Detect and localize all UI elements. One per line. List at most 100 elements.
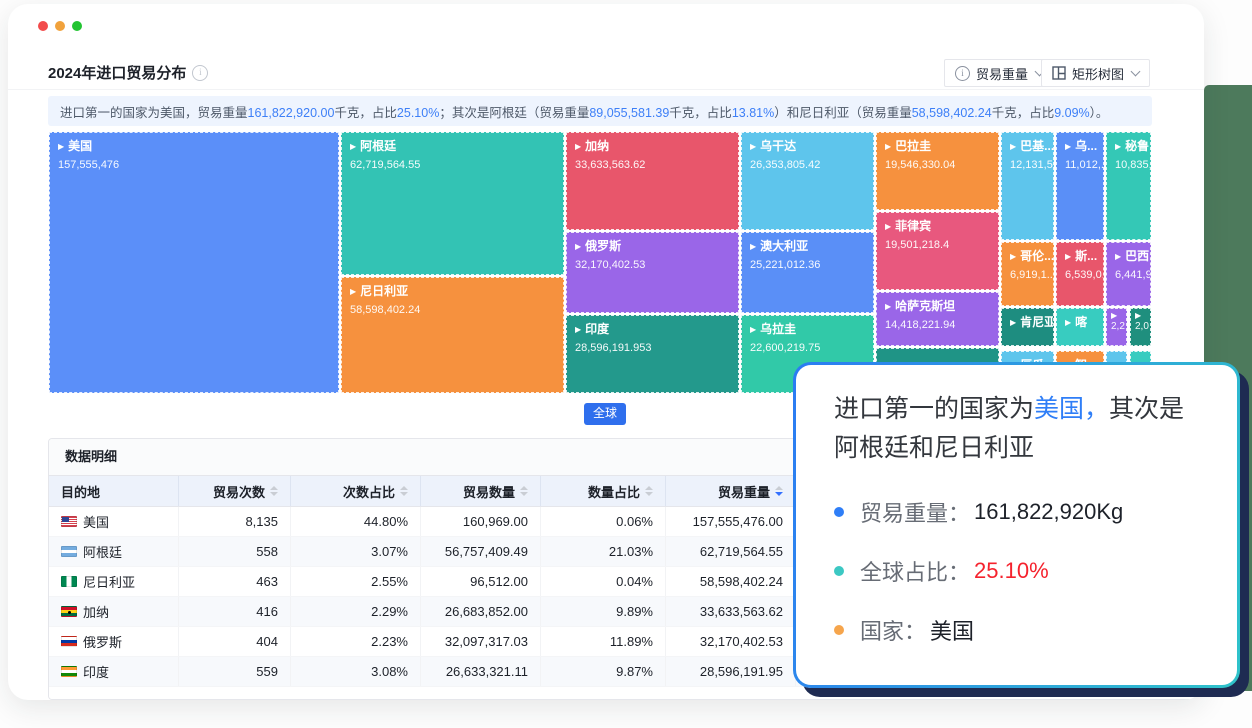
sort-carets-icon xyxy=(520,486,528,496)
sort-carets-icon xyxy=(645,486,653,496)
info-circle-icon[interactable] xyxy=(192,65,208,81)
info-circle-icon xyxy=(955,66,970,81)
treemap-tile-巴西[interactable]: 巴西6,441,9... xyxy=(1106,242,1151,306)
summary-highlight-value: 25.10% xyxy=(397,106,439,120)
treemap-tile-阿根廷[interactable]: 阿根廷62,719,564.55 xyxy=(341,132,564,275)
page-title: 2024年进口贸易分布 xyxy=(48,62,186,83)
tile-label: 俄罗斯 xyxy=(575,239,730,255)
sort-desc-icon xyxy=(400,492,408,496)
summary-highlight-value: 161,822,920.00 xyxy=(248,106,335,120)
summary-text-segment: 进口第一的国家为美国，贸易重量 xyxy=(60,106,248,120)
column-header-4[interactable]: 数量占比 xyxy=(541,476,666,506)
treemap-tile-partial[interactable]: 2,2 xyxy=(1106,308,1127,346)
destination-name: 美国 xyxy=(83,512,109,531)
cell-数量占比: 21.03% xyxy=(541,537,666,566)
tile-label: 尼日利亚 xyxy=(350,284,555,300)
treemap-tile-巴拉圭[interactable]: 巴拉圭19,546,330.04 xyxy=(876,132,999,210)
zoom-icon[interactable] xyxy=(72,21,82,31)
destination-cell: 美国 xyxy=(49,507,179,536)
tile-value: 14,418,221.94 xyxy=(885,319,990,331)
play-arrow-icon xyxy=(1135,312,1141,320)
tooltip-item-0: 贸易重量：161,822,920Kg xyxy=(834,496,1199,528)
treemap-icon xyxy=(1052,66,1066,80)
treemap-tile-澳大利亚[interactable]: 澳大利亚 25,221,012.36 xyxy=(741,232,874,313)
window-controls xyxy=(38,21,82,31)
tile-country-name: 美国 xyxy=(68,139,92,155)
treemap-tile-斯...[interactable]: 斯...6,539,0... xyxy=(1056,242,1104,306)
treemap-tile-哥伦...[interactable]: 哥伦...6,919,1... xyxy=(1001,242,1054,306)
flag-icon-us xyxy=(61,516,77,527)
summary-highlight-value: 89,055,581.39 xyxy=(589,106,669,120)
play-arrow-icon xyxy=(1065,253,1071,261)
cell-贸易数量: 32,097,317.03 xyxy=(421,627,541,656)
column-header-0: 目的地 xyxy=(49,476,179,506)
play-arrow-icon xyxy=(1010,253,1016,261)
tooltip-items: 贸易重量：161,822,920Kg 全球占比：25.10% 国家：美国 xyxy=(834,496,1199,646)
tooltip-title: 进口第一的国家为美国，其次是阿根廷和尼日利亚 xyxy=(834,390,1199,468)
close-icon[interactable] xyxy=(38,21,48,31)
treemap-tile-俄罗斯[interactable]: 俄罗斯32,170,402.53 xyxy=(566,232,739,313)
chart-type-dropdown[interactable]: 矩形树图 xyxy=(1041,59,1150,87)
summary-banner: 进口第一的国家为美国，贸易重量161,822,920.00千克，占比25.10%… xyxy=(48,96,1152,126)
column-header-5[interactable]: 贸易重量 xyxy=(666,476,796,506)
column-header-2[interactable]: 次数占比 xyxy=(291,476,421,506)
tile-country-name: 乌... xyxy=(1075,139,1097,155)
tooltip-title-segment: 美国， xyxy=(1034,395,1109,423)
treemap-tile-乌干达[interactable]: 乌干达26,353,805.42 xyxy=(741,132,874,230)
bullet-dot-icon xyxy=(834,625,844,635)
metric-dropdown-label: 贸易重量 xyxy=(976,64,1028,83)
tile-value: 10,835,... xyxy=(1115,159,1142,171)
flag-icon-in xyxy=(61,666,77,677)
bullet-dot-icon xyxy=(834,566,844,576)
minimize-icon[interactable] xyxy=(55,21,65,31)
tile-label: 阿根廷 xyxy=(350,139,555,155)
page: { "header": { "title": "2024年进口贸易分布", "m… xyxy=(0,0,1252,728)
destination-cell: 尼日利亚 xyxy=(49,567,179,596)
cell-数量占比: 11.89% xyxy=(541,627,666,656)
play-arrow-icon xyxy=(1115,253,1121,261)
treemap-tile-尼日利亚[interactable]: 尼日利亚58,598,402.24 xyxy=(341,277,564,393)
treemap-tile-肯尼亚[interactable]: 肯尼亚 xyxy=(1001,308,1054,346)
treemap-tile-哈萨克斯坦[interactable]: 哈萨克斯坦14,418,221.94 xyxy=(876,292,999,346)
play-arrow-icon xyxy=(1065,319,1071,327)
cell-贸易数量: 26,633,321.11 xyxy=(421,657,541,686)
play-arrow-icon xyxy=(1115,143,1121,151)
treemap-tile-菲律宾[interactable]: 菲律宾19,501,218.4 xyxy=(876,212,999,290)
tooltip-item-1: 全球占比：25.10% xyxy=(834,555,1199,587)
column-header-label: 贸易次数 xyxy=(213,482,265,501)
sort-carets-icon xyxy=(400,486,408,496)
treemap-tile-秘鲁[interactable]: 秘鲁10,835,... xyxy=(1106,132,1151,240)
treemap-tile-乌...[interactable]: 乌...11,012,... xyxy=(1056,132,1104,240)
treemap-tile-partial[interactable]: 2,0 xyxy=(1130,308,1151,346)
tile-country-name: 澳大利亚 xyxy=(760,239,808,255)
sort-desc-icon xyxy=(645,492,653,496)
cell-贸易次数: 558 xyxy=(179,537,291,566)
treemap-tile-印度[interactable]: 印度28,596,191.953 xyxy=(566,315,739,393)
cell-贸易数量: 96,512.00 xyxy=(421,567,541,596)
treemap-tile-加纳[interactable]: 加纳33,633,563.62 xyxy=(566,132,739,230)
metric-dropdown[interactable]: 贸易重量 xyxy=(944,59,1054,87)
tooltip-item-value: 161,822,920Kg xyxy=(974,499,1123,525)
tile-value: 6,441,9... xyxy=(1115,269,1142,281)
treemap-tile-喀[interactable]: 喀 xyxy=(1056,308,1104,346)
tile-value: 25,221,012.36 xyxy=(750,259,865,271)
tile-label: 斯... xyxy=(1065,249,1095,265)
tile-country-name: 加纳 xyxy=(585,139,609,155)
tile-country-name: 斯... xyxy=(1075,249,1097,265)
tooltip-item-label: 国家： xyxy=(860,614,926,646)
cell-次数占比: 2.55% xyxy=(291,567,421,596)
column-header-3[interactable]: 贸易数量 xyxy=(421,476,541,506)
play-arrow-icon xyxy=(575,326,581,334)
cell-次数占比: 3.08% xyxy=(291,657,421,686)
flag-icon-ar xyxy=(61,546,77,557)
cell-贸易次数: 404 xyxy=(179,627,291,656)
treemap-tile-美国[interactable]: 美国157,555,476 xyxy=(49,132,339,393)
column-header-label: 目的地 xyxy=(61,482,100,501)
tile-country-name: 巴基... xyxy=(1020,139,1054,155)
column-header-1[interactable]: 贸易次数 xyxy=(179,476,291,506)
treemap-tile-巴基...[interactable]: 巴基...12,131,5... xyxy=(1001,132,1054,240)
play-arrow-icon xyxy=(350,143,356,151)
treemap-root-button[interactable]: 全球 xyxy=(584,403,626,425)
tile-country-name: 印度 xyxy=(585,322,609,338)
tooltip-item-value: 美国 xyxy=(930,614,974,646)
